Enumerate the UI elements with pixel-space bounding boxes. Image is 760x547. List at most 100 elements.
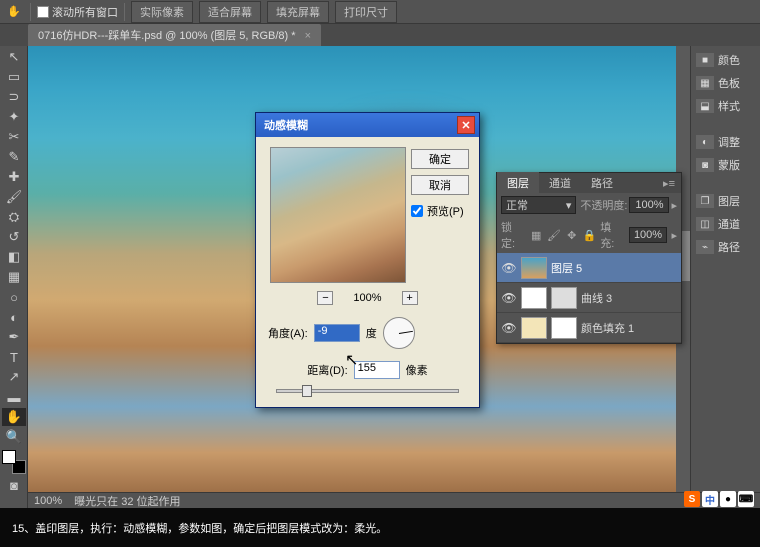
heal-tool-icon[interactable]: ✚ <box>2 168 26 186</box>
crop-tool-icon[interactable]: ✂ <box>2 128 26 146</box>
styles-icon: ⬓ <box>696 99 714 113</box>
opacity-input[interactable]: 100% <box>629 197 669 213</box>
angle-unit: 度 <box>366 325 377 341</box>
lock-position-icon[interactable]: ✥ <box>565 228 579 242</box>
hand-tool-icon[interactable]: ✋ <box>4 2 24 22</box>
tab-channels[interactable]: 通道 <box>539 172 581 194</box>
brush-tool-icon[interactable]: 🖌 <box>2 188 26 206</box>
color-icon: ■ <box>696 53 714 67</box>
adjustment-thumbnail[interactable] <box>551 287 577 309</box>
tab-paths[interactable]: 路径 <box>581 172 623 194</box>
dock-adjust[interactable]: ◐调整 <box>693 132 758 152</box>
fill-thumbnail[interactable] <box>521 317 547 339</box>
dock-label: 样式 <box>718 98 740 114</box>
scroll-all-checkbox[interactable]: 滚动所有窗口 <box>37 4 118 20</box>
history-brush-icon[interactable]: ↺ <box>2 228 26 246</box>
blur-tool-icon[interactable]: ○ <box>2 288 26 306</box>
layer-name[interactable]: 颜色填充 1 <box>581 320 677 336</box>
angle-input[interactable]: -9 <box>314 324 360 342</box>
paths-icon: ⌁ <box>696 240 714 254</box>
layer-name[interactable]: 图层 5 <box>551 260 677 276</box>
preview-checkbox[interactable]: 预览(P) <box>411 203 469 219</box>
move-tool-icon[interactable]: ↖ <box>2 48 26 66</box>
tab-layers[interactable]: 图层 <box>497 172 539 194</box>
dock-color[interactable]: ■颜色 <box>693 50 758 70</box>
cancel-button[interactable]: 取消 <box>411 175 469 195</box>
status-bar: 100% 曝光只在 32 位起作用 <box>28 492 760 508</box>
layer-row[interactable]: 👁 图层 5 <box>497 253 681 283</box>
fit-screen-button[interactable]: 适合屏幕 <box>199 1 261 23</box>
dodge-tool-icon[interactable]: ◐ <box>2 308 26 326</box>
layer-thumbnail[interactable] <box>521 257 547 279</box>
fill-label: 填充: <box>600 219 624 251</box>
eyedropper-tool-icon[interactable]: ✎ <box>2 148 26 166</box>
angle-label: 角度(A): <box>268 325 308 341</box>
opacity-label: 不透明度: <box>580 197 627 213</box>
shape-tool-icon[interactable]: ▬ <box>2 388 26 406</box>
wm-icon: ● <box>720 491 736 507</box>
hand-tool-icon[interactable]: ✋ <box>2 408 26 426</box>
wand-tool-icon[interactable]: ✦ <box>2 108 26 126</box>
marquee-tool-icon[interactable]: ▭ <box>2 68 26 86</box>
panel-menu-icon[interactable]: ▸≡ <box>657 177 681 190</box>
slider-thumb[interactable] <box>302 385 312 397</box>
pen-tool-icon[interactable]: ✒ <box>2 328 26 346</box>
dialog-titlebar[interactable]: 动感模糊 ✕ <box>256 113 479 137</box>
distance-label: 距离(D): <box>307 362 347 378</box>
dock-label: 图层 <box>718 193 740 209</box>
ok-button[interactable]: 确定 <box>411 149 469 169</box>
layer-row[interactable]: 👁 曲线 3 <box>497 283 681 313</box>
blend-mode-select[interactable]: 正常▾ <box>501 196 576 214</box>
zoom-out-button[interactable]: − <box>317 291 333 305</box>
visibility-icon[interactable]: 👁 <box>501 320 517 336</box>
dock-paths[interactable]: ⌁路径 <box>693 237 758 257</box>
zoom-tool-icon[interactable]: 🔍 <box>2 428 26 446</box>
stamp-tool-icon[interactable]: ⛭ <box>2 208 26 226</box>
document-tab[interactable]: 0716仿HDR---踩单车.psd @ 100% (图层 5, RGB/8) … <box>28 24 321 46</box>
layer-mask-thumbnail[interactable] <box>551 317 577 339</box>
quickmask-icon[interactable]: ◙ <box>2 476 26 494</box>
chevron-right-icon[interactable]: ▸ <box>671 229 677 242</box>
fg-color-swatch[interactable] <box>2 450 16 464</box>
dock-layers[interactable]: ❐图层 <box>693 191 758 211</box>
lock-transparent-icon[interactable]: ▦ <box>529 228 543 242</box>
dock-label: 调整 <box>718 134 740 150</box>
lock-pixels-icon[interactable]: 🖌 <box>547 228 561 242</box>
angle-dial[interactable] <box>383 317 415 349</box>
layer-row[interactable]: 👁 颜色填充 1 <box>497 313 681 343</box>
dock-channels[interactable]: ◫通道 <box>693 214 758 234</box>
lasso-tool-icon[interactable]: ⊃ <box>2 88 26 106</box>
tools-panel: ↖ ▭ ⊃ ✦ ✂ ✎ ✚ 🖌 ⛭ ↺ ◧ ▦ ○ ◐ ✒ T ↗ ▬ ✋ 🔍 … <box>0 46 28 508</box>
fill-screen-button[interactable]: 填充屏幕 <box>267 1 329 23</box>
path-tool-icon[interactable]: ↗ <box>2 368 26 386</box>
zoom-in-button[interactable]: + <box>402 291 418 305</box>
tab-close-icon[interactable]: × <box>305 30 311 42</box>
fg-bg-colors[interactable] <box>2 450 26 474</box>
chevron-right-icon[interactable]: ▸ <box>671 199 677 212</box>
zoom-status[interactable]: 100% <box>34 495 62 507</box>
dock-styles[interactable]: ⬓ 样式 <box>693 96 758 116</box>
dialog-close-button[interactable]: ✕ <box>457 116 475 134</box>
dock-mask[interactable]: ◙蒙版 <box>693 155 758 175</box>
layer-mask-thumbnail[interactable] <box>521 287 547 309</box>
print-size-button[interactable]: 打印尺寸 <box>335 1 397 23</box>
layer-name[interactable]: 曲线 3 <box>581 290 677 306</box>
gradient-tool-icon[interactable]: ▦ <box>2 268 26 286</box>
zoom-controls: − 100% + <box>268 291 467 305</box>
dock-swatch[interactable]: ▦色板 <box>693 73 758 93</box>
distance-input[interactable]: 155 <box>354 361 400 379</box>
chevron-down-icon: ▾ <box>566 199 572 212</box>
distance-slider[interactable] <box>276 389 459 393</box>
visibility-icon[interactable]: 👁 <box>501 290 517 306</box>
type-tool-icon[interactable]: T <box>2 348 26 366</box>
fill-input[interactable]: 100% <box>629 227 668 243</box>
lock-all-icon[interactable]: 🔒 <box>583 228 597 242</box>
eraser-tool-icon[interactable]: ◧ <box>2 248 26 266</box>
caption-text: 15、盖印图层，执行：动感模糊，参数如图，确定后把图层模式改为：柔光。 <box>12 520 387 536</box>
preview-checkbox-input[interactable] <box>411 205 423 217</box>
actual-pixels-button[interactable]: 实际像素 <box>131 1 193 23</box>
status-info: 曝光只在 32 位起作用 <box>74 493 180 509</box>
visibility-icon[interactable]: 👁 <box>501 260 517 276</box>
spacer <box>693 119 758 129</box>
angle-row: 角度(A): -9 度 <box>268 317 467 349</box>
